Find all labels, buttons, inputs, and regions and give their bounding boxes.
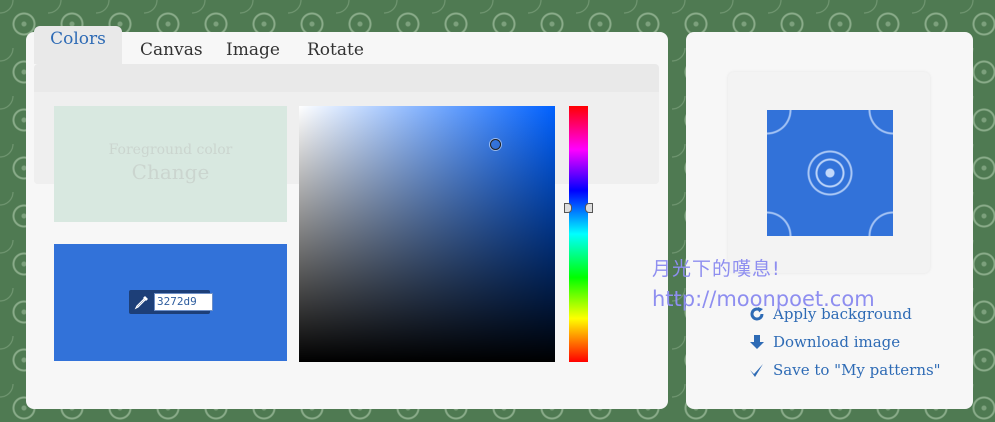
actions-list: Apply background Download image Save to … bbox=[749, 304, 941, 388]
hue-slider-track[interactable] bbox=[564, 106, 593, 362]
foreground-change-link[interactable]: Change bbox=[54, 160, 287, 184]
tab-image[interactable]: Image bbox=[226, 36, 280, 64]
watermark-url: http://moonpoet.com bbox=[652, 287, 875, 311]
editor-panel: Colors Canvas Image Rotate Foreground co… bbox=[26, 26, 668, 409]
saturation-value-picker[interactable] bbox=[299, 106, 555, 362]
download-image-label: Download image bbox=[773, 333, 901, 351]
hex-input-group bbox=[129, 290, 213, 314]
eyedropper-icon[interactable] bbox=[134, 294, 150, 310]
save-to-my-patterns-link[interactable]: Save to "My patterns" bbox=[749, 360, 941, 388]
background-color-swatch[interactable] bbox=[54, 244, 287, 361]
watermark: 月光下的嘆息! http://moonpoet.com bbox=[652, 254, 875, 314]
tab-rotate[interactable]: Rotate bbox=[307, 36, 364, 64]
download-arrow-icon bbox=[749, 334, 765, 350]
save-to-my-patterns-label: Save to "My patterns" bbox=[773, 361, 941, 379]
pattern-preview bbox=[767, 110, 893, 236]
tab-colors[interactable]: Colors bbox=[34, 26, 122, 64]
hue-handle-left-arrow-icon bbox=[564, 203, 572, 213]
tab-canvas[interactable]: Canvas bbox=[140, 36, 203, 64]
hex-color-input[interactable] bbox=[154, 293, 213, 311]
hue-handle-right-arrow-icon bbox=[585, 203, 593, 213]
checkmark-icon bbox=[749, 362, 765, 378]
download-image-link[interactable]: Download image bbox=[749, 332, 941, 360]
watermark-title: 月光下的嘆息! bbox=[652, 258, 781, 280]
hue-slider-handle[interactable] bbox=[564, 203, 593, 213]
picker-cursor[interactable] bbox=[490, 139, 501, 150]
foreground-color-label: Foreground color bbox=[108, 142, 233, 158]
preview-panel: Apply background Download image Save to … bbox=[686, 32, 973, 409]
preview-frame bbox=[728, 72, 930, 273]
foreground-color-swatch[interactable]: Foreground color Change bbox=[54, 106, 287, 222]
